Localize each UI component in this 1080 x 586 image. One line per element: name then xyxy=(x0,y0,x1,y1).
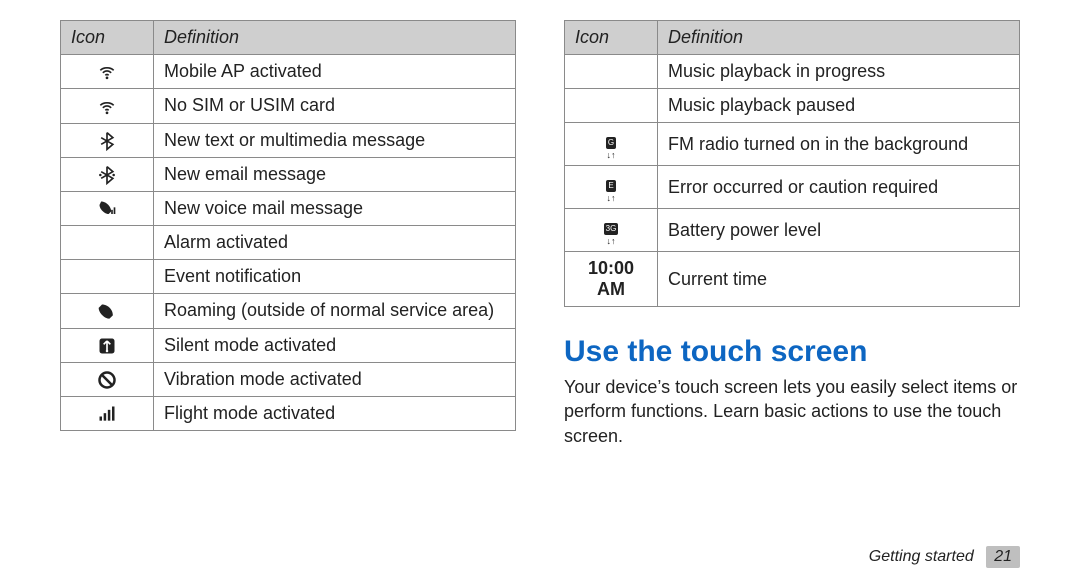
table-row: Music playback in progress xyxy=(565,55,1020,89)
table-row: Roaming (outside of normal service area) xyxy=(61,294,516,328)
table-cell: Error occurred or caution required xyxy=(658,166,1020,209)
left-table-header-icon: Icon xyxy=(61,21,154,55)
table-row: Music playback paused xyxy=(565,89,1020,123)
right-icon-table: Icon Definition Music playback in progre… xyxy=(564,20,1020,307)
left-table-header-definition: Definition xyxy=(154,21,516,55)
section-body: Your device’s touch screen lets you easi… xyxy=(564,375,1020,448)
usb-badge-icon xyxy=(61,328,154,362)
table-row: Vibration mode activated xyxy=(61,362,516,396)
right-column: Icon Definition Music playback in progre… xyxy=(564,20,1020,448)
page-footer: Getting started 21 xyxy=(869,546,1020,568)
wifi-dot-icon xyxy=(61,89,154,123)
handset-bars-icon xyxy=(61,192,154,226)
left-column: Icon Definition Mobile AP activated xyxy=(60,20,516,431)
table-row: Mobile AP activated xyxy=(61,55,516,89)
table-cell: Battery power level xyxy=(658,209,1020,252)
table-row: New email message xyxy=(61,157,516,191)
table-cell: Alarm activated xyxy=(154,226,516,260)
table-cell: New text or multimedia message xyxy=(154,123,516,157)
table-cell: Vibration mode activated xyxy=(154,362,516,396)
table-cell: Current time xyxy=(658,252,1020,307)
left-icon-table: Icon Definition Mobile AP activated xyxy=(60,20,516,431)
table-cell: Event notification xyxy=(154,260,516,294)
table-row: Event notification xyxy=(61,260,516,294)
table-row: 3G↓↑ Battery power level xyxy=(565,209,1020,252)
bluetooth-icon xyxy=(61,123,154,157)
table-cell: Music playback paused xyxy=(658,89,1020,123)
table-cell: Music playback in progress xyxy=(658,55,1020,89)
handset-icon xyxy=(61,294,154,328)
table-cell: No SIM or USIM card xyxy=(154,89,516,123)
3g-data-icon: 3G↓↑ xyxy=(565,209,658,252)
footer-page-number: 21 xyxy=(986,546,1020,568)
table-row: Alarm activated xyxy=(61,226,516,260)
table-row: Silent mode activated xyxy=(61,328,516,362)
two-column-layout: Icon Definition Mobile AP activated xyxy=(60,20,1020,448)
table-cell: Flight mode activated xyxy=(154,397,516,431)
prohibit-icon xyxy=(61,362,154,396)
table-cell: Mobile AP activated xyxy=(154,55,516,89)
g-data-icon: G↓↑ xyxy=(565,123,658,166)
right-table-header-icon: Icon xyxy=(565,21,658,55)
table-cell: FM radio turned on in the background xyxy=(658,123,1020,166)
page: Icon Definition Mobile AP activated xyxy=(0,0,1080,586)
table-row: Flight mode activated xyxy=(61,397,516,431)
table-row: E↓↑ Error occurred or caution required xyxy=(565,166,1020,209)
blank-icon xyxy=(61,260,154,294)
right-table-header-definition: Definition xyxy=(658,21,1020,55)
table-row: New text or multimedia message xyxy=(61,123,516,157)
blank-icon xyxy=(565,55,658,89)
bluetooth-active-icon xyxy=(61,157,154,191)
footer-section-name: Getting started xyxy=(869,548,974,565)
e-data-icon: E↓↑ xyxy=(565,166,658,209)
table-row: G↓↑ FM radio turned on in the background xyxy=(565,123,1020,166)
table-row: New voice mail message xyxy=(61,192,516,226)
table-cell: New voice mail message xyxy=(154,192,516,226)
table-cell: Silent mode activated xyxy=(154,328,516,362)
time-icon: 10:00 AM xyxy=(565,252,658,307)
blank-icon xyxy=(565,89,658,123)
table-row: No SIM or USIM card xyxy=(61,89,516,123)
table-row: 10:00 AM Current time xyxy=(565,252,1020,307)
table-cell: New email message xyxy=(154,157,516,191)
signal-bars-icon xyxy=(61,397,154,431)
wifi-dot-icon xyxy=(61,55,154,89)
section-title: Use the touch screen xyxy=(564,335,1020,369)
table-cell: Roaming (outside of normal service area) xyxy=(154,294,516,328)
blank-icon xyxy=(61,226,154,260)
